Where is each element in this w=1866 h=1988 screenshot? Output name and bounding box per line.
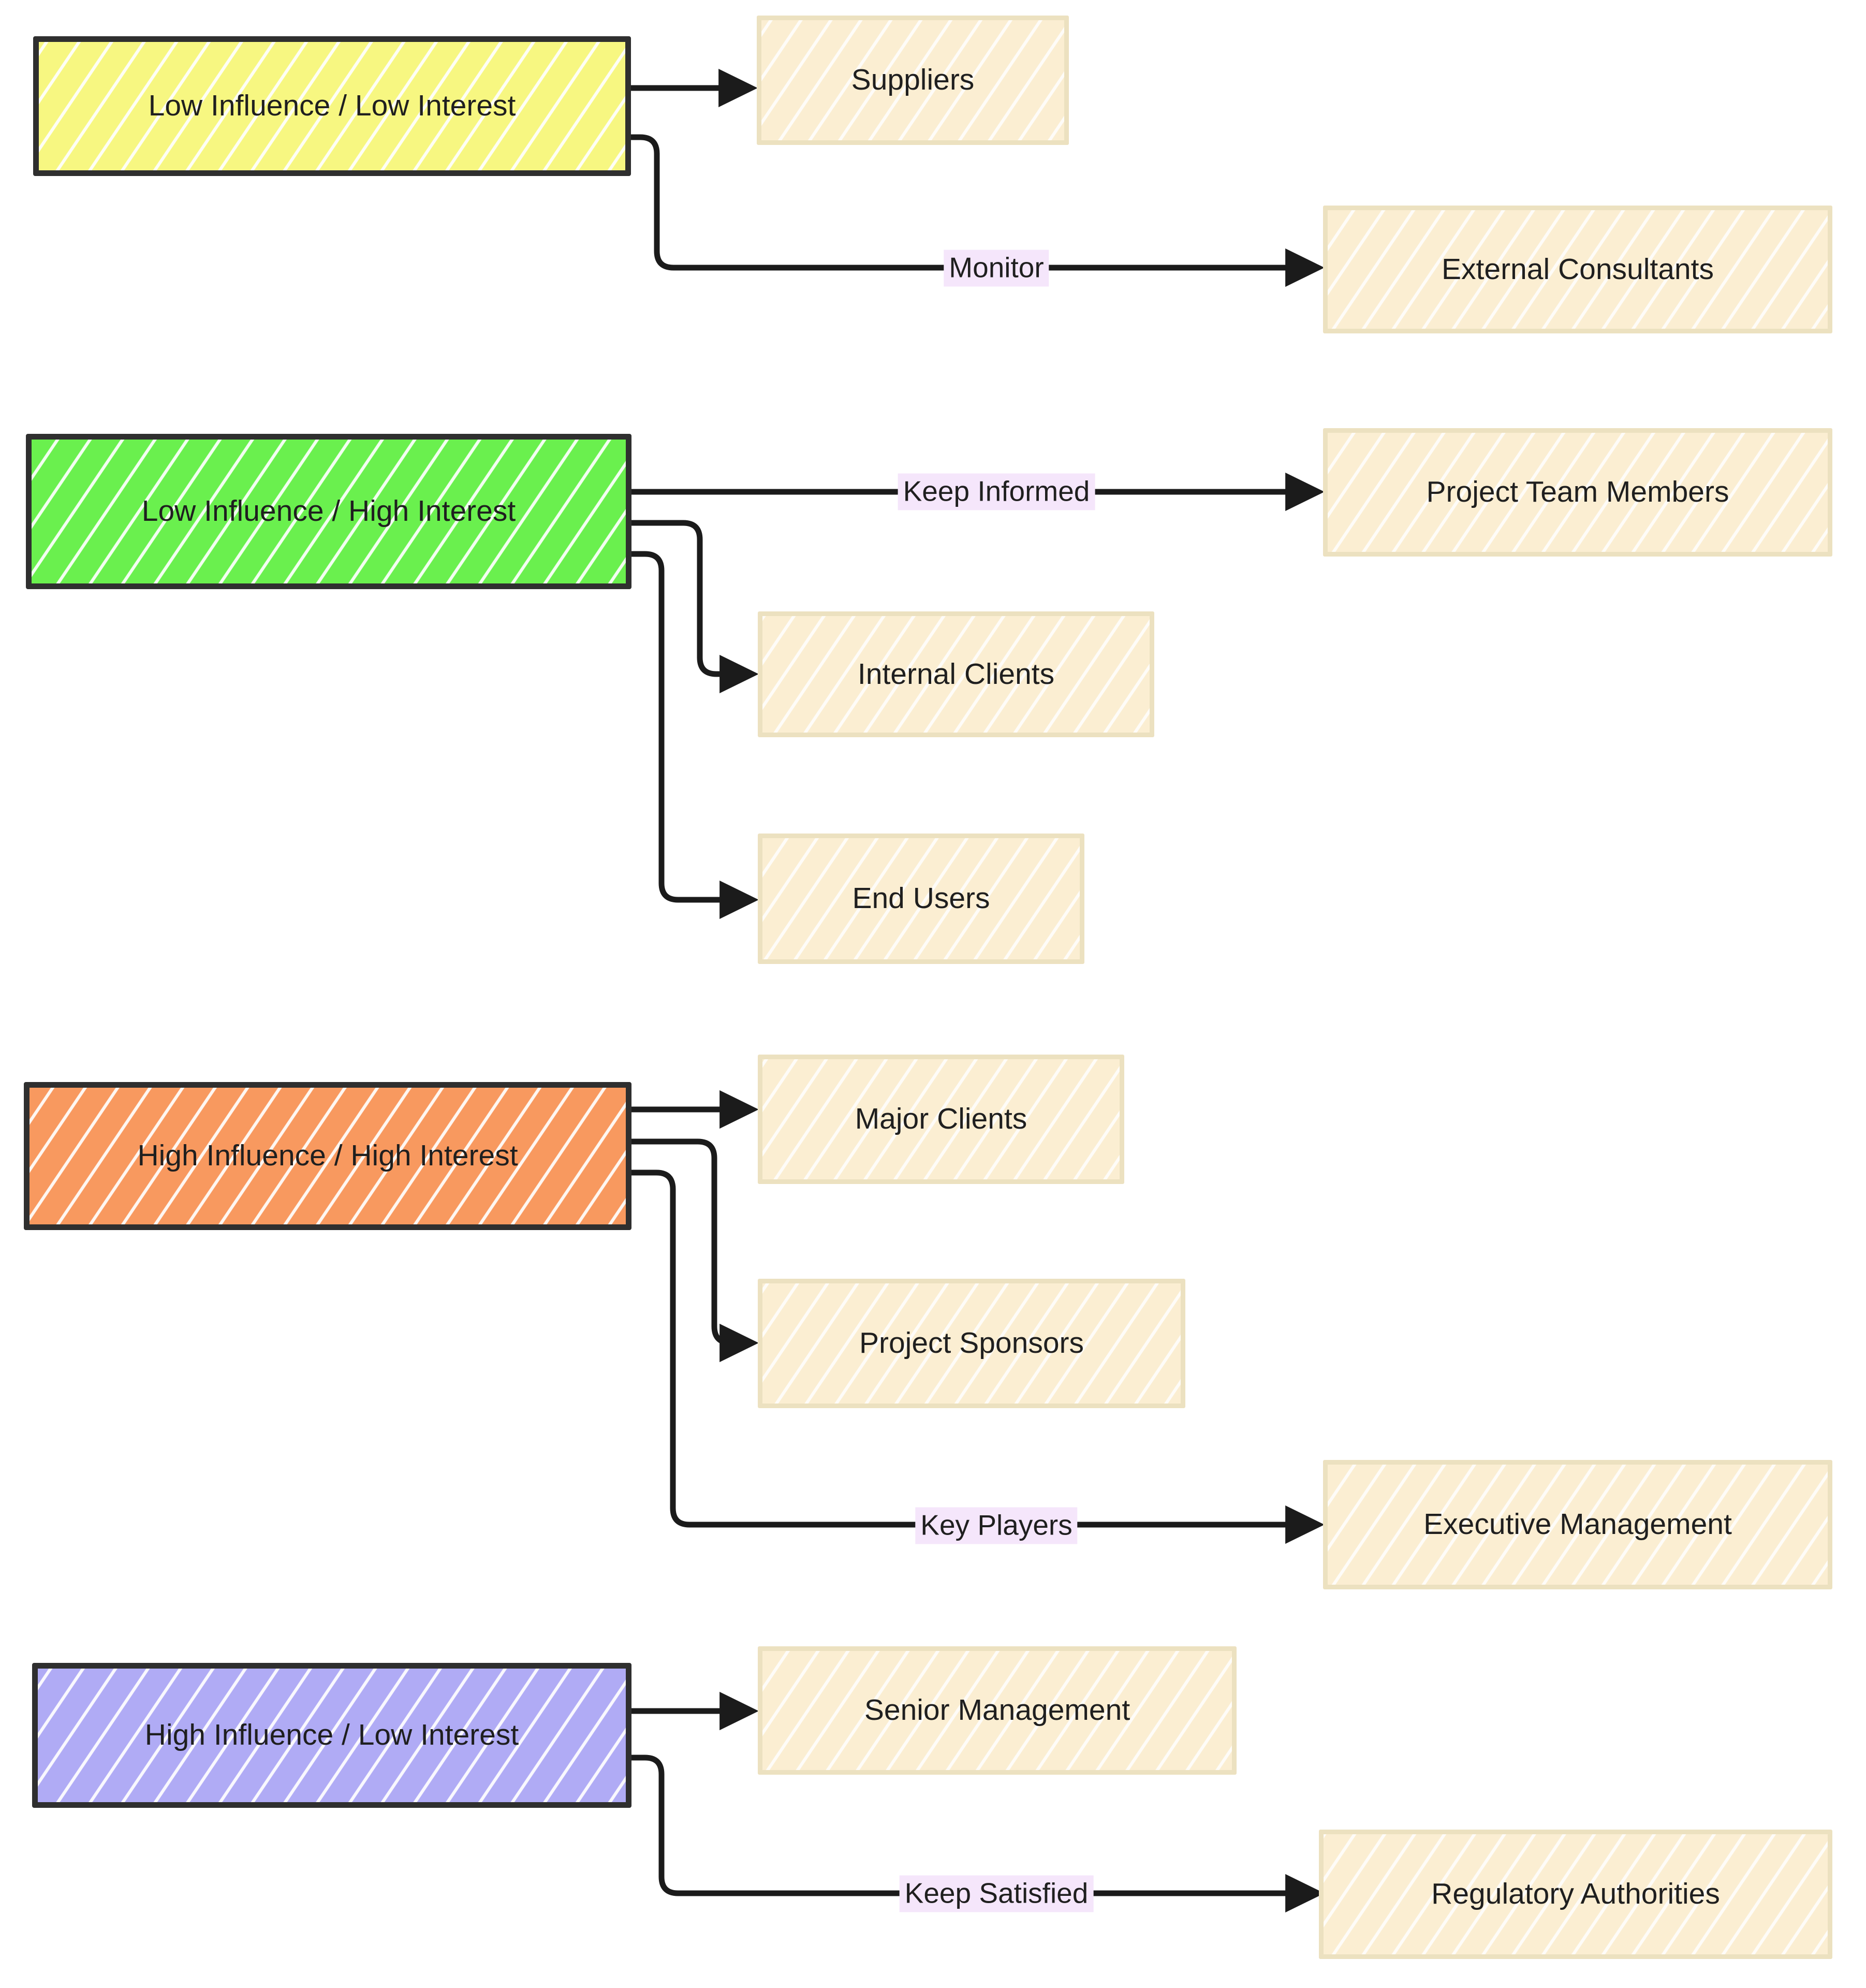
edge-c3-s7	[628, 1138, 759, 1363]
stakeholder-node-external-consultants[interactable]: External Consultants	[1323, 206, 1832, 333]
stakeholder-label: Major Clients	[855, 1102, 1027, 1136]
stakeholder-node-end-users[interactable]: End Users	[758, 834, 1084, 964]
edge-label-key-players: Key Players	[915, 1507, 1078, 1544]
stakeholder-label: Project Team Members	[1426, 475, 1729, 509]
stakeholder-label: External Consultants	[1442, 252, 1714, 286]
category-label: High Influence / Low Interest	[144, 1718, 519, 1752]
stakeholder-node-suppliers[interactable]: Suppliers	[757, 16, 1069, 145]
stakeholder-node-regulatory-authorities[interactable]: Regulatory Authorities	[1319, 1830, 1832, 1959]
stakeholder-label: Internal Clients	[857, 657, 1055, 691]
category-label: Low Influence / High Interest	[141, 494, 516, 528]
stakeholder-node-project-sponsors[interactable]: Project Sponsors	[758, 1279, 1185, 1408]
category-node-low-influence-low-interest[interactable]: Low Influence / Low Interest	[33, 36, 631, 176]
edge-label-keep-informed: Keep Informed	[898, 473, 1095, 510]
stakeholder-node-executive-management[interactable]: Executive Management	[1323, 1460, 1832, 1589]
stakeholder-label: Project Sponsors	[859, 1326, 1084, 1360]
category-node-high-influence-high-interest[interactable]: High Influence / High Interest	[24, 1082, 631, 1230]
edge-c2-s5	[628, 551, 759, 919]
edge-c1-s2	[628, 134, 1325, 287]
category-node-low-influence-high-interest[interactable]: Low Influence / High Interest	[26, 434, 631, 589]
diagram-canvas: Monitor Keep Informed Key Players Keep S…	[0, 0, 1866, 1988]
stakeholder-label: End Users	[852, 882, 990, 915]
stakeholder-label: Regulatory Authorities	[1431, 1877, 1720, 1911]
stakeholder-node-internal-clients[interactable]: Internal Clients	[758, 611, 1154, 737]
stakeholder-label: Senior Management	[864, 1693, 1130, 1727]
edge-c2-s4	[628, 520, 759, 694]
edge-c4-s10	[628, 1755, 1325, 1913]
stakeholder-label: Executive Management	[1423, 1508, 1732, 1541]
stakeholder-node-senior-management[interactable]: Senior Management	[758, 1646, 1237, 1775]
stakeholder-node-project-team-members[interactable]: Project Team Members	[1323, 428, 1832, 557]
stakeholder-node-major-clients[interactable]: Major Clients	[758, 1055, 1124, 1184]
edge-label-keep-satisfied: Keep Satisfied	[899, 1875, 1094, 1912]
category-label: High Influence / High Interest	[137, 1139, 518, 1173]
category-label: Low Influence / Low Interest	[148, 89, 516, 123]
edge-label-monitor: Monitor	[944, 250, 1049, 287]
stakeholder-label: Suppliers	[851, 63, 975, 97]
category-node-high-influence-low-interest[interactable]: High Influence / Low Interest	[32, 1663, 631, 1808]
